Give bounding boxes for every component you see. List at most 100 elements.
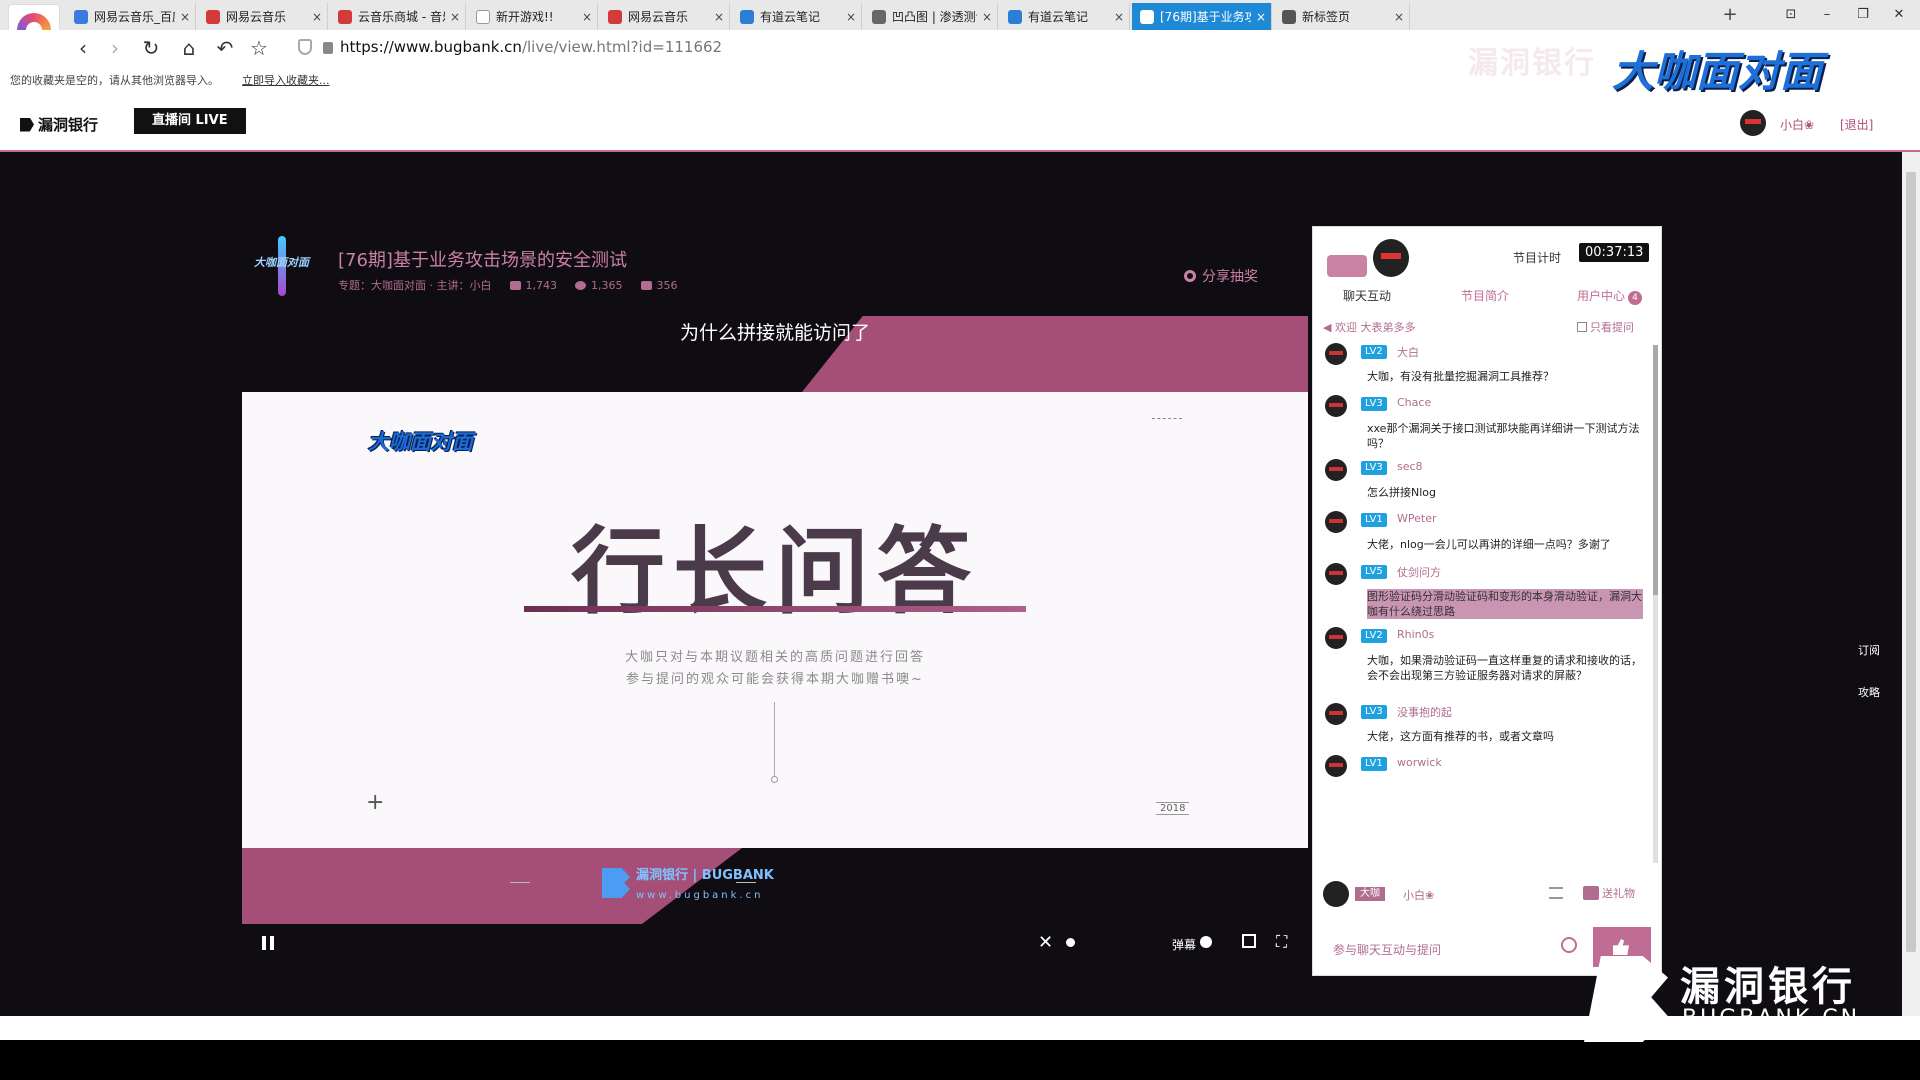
widescreen-icon[interactable]: [1242, 934, 1256, 948]
tab-close-icon[interactable]: ×: [445, 10, 465, 24]
tab-chat[interactable]: 聊天互动: [1343, 287, 1391, 304]
chat-nickname[interactable]: Chace: [1397, 396, 1431, 409]
window-pin-icon[interactable]: ⊡: [1776, 4, 1806, 26]
star-icon[interactable]: ☆: [246, 36, 272, 60]
browser-tab[interactable]: 有道云笔记 ×: [1000, 3, 1130, 30]
chat-nickname[interactable]: WPeter: [1397, 512, 1437, 525]
window-maximize-icon[interactable]: ❐: [1848, 4, 1878, 26]
tab-close-icon[interactable]: ×: [307, 10, 327, 24]
avatar[interactable]: [1325, 755, 1347, 777]
tab-close-icon[interactable]: ×: [1389, 10, 1409, 24]
pause-icon[interactable]: [262, 936, 274, 950]
chat-nickname[interactable]: 大白: [1397, 344, 1419, 360]
forward-icon[interactable]: ›: [102, 36, 128, 60]
show-logo-text: 大咖面对面: [254, 256, 309, 269]
tab-close-icon[interactable]: ×: [175, 10, 195, 24]
tab-close-icon[interactable]: ×: [1251, 10, 1271, 24]
browser-tab-strip: 网易云音乐_百度搜 × 网易云音乐 × 云音乐商城 - 音乐 × 新开游戏!! …: [0, 0, 1920, 30]
browser-tab[interactable]: 凹凸图 | 渗透测试 ×: [864, 3, 998, 30]
footer-dash: [736, 882, 756, 883]
browser-tab[interactable]: 网易云音乐 ×: [198, 3, 328, 30]
list-icon[interactable]: [1549, 887, 1563, 899]
browser-tab[interactable]: 新开游戏!! ×: [468, 3, 598, 30]
tab-close-icon[interactable]: ×: [577, 10, 597, 24]
page-scrollbar-thumb[interactable]: [1906, 172, 1916, 952]
only-questions-filter[interactable]: 只看提问: [1577, 319, 1634, 335]
tab-title: 有道云笔记: [760, 10, 821, 24]
browser-tab[interactable]: 网易云音乐 ×: [600, 3, 730, 30]
window-minimize-icon[interactable]: –: [1812, 4, 1842, 26]
guide-link[interactable]: 攻略: [1858, 684, 1880, 700]
notification-badge: 4: [1628, 291, 1643, 305]
lock-icon: [323, 42, 333, 54]
watermark-top-text: 漏洞银行: [1468, 46, 1596, 81]
home-icon[interactable]: ⌂: [176, 36, 202, 60]
tab-close-icon[interactable]: ×: [841, 10, 861, 24]
tab-favicon-icon: [1282, 9, 1296, 24]
tab-close-icon[interactable]: ×: [709, 10, 729, 24]
tab-program-intro[interactable]: 节目简介: [1461, 287, 1509, 304]
tab-title: 网易云音乐_百度搜: [94, 10, 175, 24]
tab-user-center[interactable]: 用户中心 4: [1577, 287, 1643, 305]
site-logo[interactable]: 漏洞银行: [20, 114, 98, 135]
undo-icon[interactable]: ↶: [212, 36, 238, 60]
chat-nickname[interactable]: Rhin0s: [1397, 628, 1434, 641]
reload-icon[interactable]: ↻: [138, 36, 164, 60]
avatar[interactable]: [1325, 395, 1347, 417]
browser-tab[interactable]: 有道云笔记 ×: [732, 3, 862, 30]
import-bookmarks-link[interactable]: 立即导入收藏夹...: [242, 72, 330, 88]
browser-tab-active[interactable]: [76期]基于业务攻 ×: [1132, 3, 1272, 30]
chat-input[interactable]: 参与聊天互动与提问: [1333, 941, 1441, 958]
live-room-button[interactable]: 直播间 LIVE: [134, 108, 246, 134]
tab-favicon-icon: [740, 9, 754, 24]
avatar[interactable]: [1325, 343, 1347, 365]
chat-nickname[interactable]: 没事抱的起: [1397, 704, 1452, 720]
send-gift-button[interactable]: 送礼物: [1583, 885, 1635, 901]
avatar[interactable]: [1740, 110, 1766, 136]
avatar[interactable]: [1325, 627, 1347, 649]
video-player[interactable]: 为什么拼接就能访问了 大咖面对面 行长问答 大咖只对与本期议题相关的高质问题进行…: [242, 316, 1308, 924]
browser-tab[interactable]: 新标签页 ×: [1274, 3, 1410, 30]
chat-scrollbar[interactable]: [1653, 345, 1658, 863]
new-tab-button[interactable]: +: [1718, 4, 1742, 26]
emoji-icon[interactable]: [1561, 937, 1577, 953]
avatar[interactable]: [1325, 563, 1347, 585]
chat-scrollbar-thumb[interactable]: [1653, 345, 1658, 595]
browser-tab[interactable]: 网易云音乐_百度搜 ×: [66, 3, 196, 30]
chat-nickname[interactable]: sec8: [1397, 460, 1423, 473]
logout-link[interactable]: [退出]: [1840, 116, 1873, 133]
avatar[interactable]: [1325, 703, 1347, 725]
chat-text: 怎么拼接Nlog: [1367, 486, 1436, 499]
window-close-icon[interactable]: ✕: [1884, 4, 1914, 26]
level-badge: LV3: [1361, 705, 1387, 719]
host-bar: 大咖 小白❀ 送礼物: [1313, 879, 1663, 909]
danmu-toggle[interactable]: [1200, 936, 1212, 948]
fullscreen-icon[interactable]: ⛶: [1276, 932, 1287, 952]
browser-tab[interactable]: 云音乐商城 - 音乐 ×: [330, 3, 466, 30]
send-gift-label: 送礼物: [1602, 887, 1635, 900]
share-lottery-button[interactable]: 分享抽奖: [1184, 266, 1258, 286]
tab-favicon-icon: [1008, 9, 1022, 24]
checkbox-icon[interactable]: [1577, 322, 1587, 332]
page-scrollbar[interactable]: [1902, 152, 1920, 1016]
mute-icon[interactable]: ✕: [1038, 932, 1053, 953]
chat-nickname[interactable]: 仗剑问方: [1397, 564, 1441, 580]
likes-value: 1,743: [525, 278, 558, 292]
tab-close-icon[interactable]: ×: [977, 10, 997, 24]
volume-slider[interactable]: [1066, 938, 1075, 947]
thumbs-up-icon: [509, 280, 521, 290]
shield-icon[interactable]: [298, 39, 312, 55]
avatar[interactable]: [1325, 511, 1347, 533]
subscribe-link[interactable]: 订阅: [1858, 642, 1880, 658]
avatar[interactable]: [1325, 459, 1347, 481]
tab-close-icon[interactable]: ×: [1109, 10, 1129, 24]
chat-list[interactable]: LV2 大白 大咖，有没有批量挖掘漏洞工具推荐？ LV3 Chace xxe那个…: [1313, 341, 1651, 871]
user-name-link[interactable]: 小白❀: [1780, 116, 1814, 133]
level-badge: LV5: [1361, 565, 1387, 579]
chat-nickname[interactable]: worwick: [1397, 756, 1442, 769]
bugbank-b-icon: [1584, 956, 1668, 1042]
page-title: [76期]基于业务攻击场景的安全测试: [338, 250, 627, 271]
url-field[interactable]: https://www.bugbank.cn/live/view.html?id…: [340, 38, 722, 56]
back-icon[interactable]: ‹: [70, 36, 96, 60]
views-count: 1,365: [575, 277, 623, 293]
